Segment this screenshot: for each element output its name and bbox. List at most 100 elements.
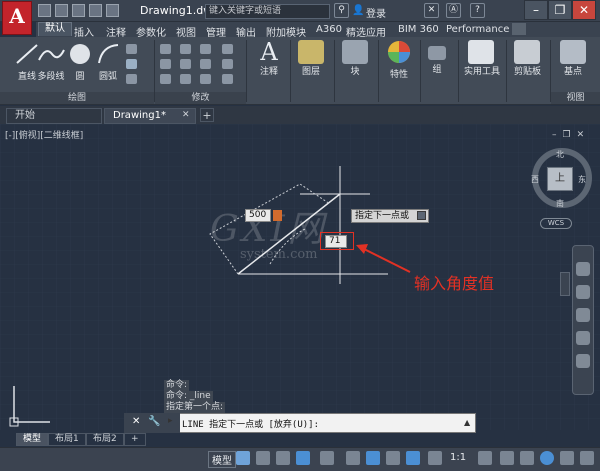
text-icon: A (260, 38, 278, 66)
undo-icon[interactable] (106, 4, 119, 17)
view-panel-title[interactable]: 视图 (551, 92, 600, 104)
grid-icon[interactable] (236, 451, 250, 465)
close-button[interactable]: ✕ (572, 0, 596, 20)
auto-scale-icon[interactable] (428, 451, 442, 465)
model-space-button[interactable]: 模型 (208, 451, 236, 468)
tab-bim360[interactable]: BIM 360 (398, 24, 439, 35)
drawing-canvas[interactable] (0, 124, 600, 430)
restore-button[interactable]: ❐ (548, 0, 572, 20)
rotate-icon[interactable] (180, 44, 191, 54)
compass-west[interactable]: 西 (531, 174, 539, 185)
clipboard-tool[interactable]: 剪贴板 (514, 40, 541, 77)
isodraft-icon[interactable] (320, 451, 334, 465)
polar-icon[interactable] (296, 451, 310, 465)
trim-icon[interactable] (200, 44, 211, 54)
wcs-menu[interactable]: WCS (540, 218, 572, 229)
search-input[interactable]: 键入关键字或短语 (205, 4, 330, 19)
modify-panel-title[interactable]: 修改 (155, 92, 246, 104)
new-layout-button[interactable]: + (124, 433, 146, 446)
orbit-icon[interactable] (576, 331, 590, 345)
copy-icon[interactable] (160, 59, 171, 69)
close-command-icon[interactable]: ✕ (132, 416, 140, 427)
customize-icon[interactable]: 🔧 (148, 416, 160, 427)
ortho-icon[interactable] (276, 451, 290, 465)
exchange-icon[interactable]: ✕ (424, 3, 439, 18)
layout-tab-model[interactable]: 模型 (16, 433, 49, 446)
polyline-tool[interactable]: 多段线 (36, 42, 66, 82)
layout-tab-1[interactable]: 布局1 (48, 433, 86, 446)
viewport-controls-label[interactable]: [-][俯视][二维线框] (5, 128, 83, 141)
login-button[interactable]: 登录 (366, 5, 386, 20)
erase-icon[interactable] (222, 44, 233, 54)
annotation-monitor-icon[interactable] (500, 451, 514, 465)
viewcube-top-face[interactable]: 上 (547, 167, 573, 191)
groups-tool[interactable]: 组 (428, 46, 446, 75)
tab-a360[interactable]: A360 (316, 24, 342, 35)
new-icon[interactable] (38, 4, 51, 17)
offset-icon[interactable] (222, 74, 233, 84)
layout-tab-2[interactable]: 布局2 (86, 433, 124, 446)
print-icon[interactable] (89, 4, 102, 17)
circle-tool[interactable]: 圆 (68, 42, 92, 82)
block-tool[interactable]: 块 (342, 40, 368, 77)
array-icon[interactable] (200, 74, 211, 84)
arc-tool[interactable]: 圆弧 (96, 42, 120, 82)
new-tab-button[interactable]: + (200, 108, 214, 122)
annotation-visibility-icon[interactable] (406, 451, 420, 465)
length-input[interactable]: 500 (245, 209, 271, 222)
layers-tool[interactable]: 图层 (298, 40, 324, 77)
move-icon[interactable] (160, 44, 171, 54)
history-dropdown-icon[interactable]: ▲ (464, 418, 470, 427)
annotation-scale[interactable]: 1:1 (450, 452, 466, 463)
scale-icon[interactable] (180, 74, 191, 84)
stretch-icon[interactable] (160, 74, 171, 84)
open-icon[interactable] (55, 4, 68, 17)
explode-icon[interactable] (222, 59, 233, 69)
command-input[interactable]: LINE 指定下一点或 [放弃(U)]: (182, 417, 319, 430)
snap-icon[interactable] (256, 451, 270, 465)
ribbon-toggle-icon[interactable] (512, 23, 526, 35)
fullscreen-icon[interactable] (560, 451, 574, 465)
steering-wheel-icon[interactable] (576, 262, 590, 276)
tab-performance[interactable]: Performance (446, 24, 509, 35)
prompt-options-icon[interactable] (417, 211, 426, 220)
save-icon[interactable] (72, 4, 85, 17)
compass-north[interactable]: 北 (556, 149, 564, 160)
hatch-icon[interactable] (126, 59, 137, 69)
fillet-icon[interactable] (200, 59, 211, 69)
properties-tool[interactable]: 特性 (386, 40, 412, 80)
annotate-tool[interactable]: A 注释 (256, 40, 282, 77)
osnap-tracking-icon[interactable] (346, 451, 360, 465)
draw-panel-title[interactable]: 绘图 (0, 92, 154, 104)
units-icon[interactable] (520, 451, 534, 465)
showmotion-icon[interactable] (576, 354, 590, 368)
help-icon[interactable]: ? (470, 3, 485, 18)
search-icon[interactable]: ⚲ (334, 3, 349, 18)
lock-icon[interactable] (273, 210, 282, 221)
pan-icon[interactable] (576, 285, 590, 299)
navbar-handle[interactable] (560, 272, 570, 296)
a360-icon[interactable]: Ⓐ (446, 3, 461, 18)
zoom-icon[interactable] (576, 308, 590, 322)
osnap-icon[interactable] (366, 451, 380, 465)
angle-input[interactable]: 71 (325, 235, 347, 248)
customization-icon[interactable] (580, 451, 594, 465)
viewport-window-controls[interactable]: – ❐ ✕ (552, 130, 586, 140)
mirror-icon[interactable] (180, 59, 191, 69)
workspace-icon[interactable] (478, 451, 492, 465)
minimize-button[interactable]: – (524, 0, 548, 20)
doc-tab-start[interactable]: 开始 (6, 108, 102, 124)
lineweight-icon[interactable] (386, 451, 400, 465)
base-tool[interactable]: 基点 (560, 40, 586, 77)
close-tab-icon[interactable]: ✕ (182, 110, 190, 120)
application-menu-button[interactable]: A (2, 1, 32, 35)
gradient-icon[interactable] (126, 74, 137, 84)
isolate-objects-icon[interactable] (540, 451, 554, 465)
tab-home[interactable]: 默认 (38, 22, 72, 36)
divider (378, 40, 379, 102)
compass-south[interactable]: 南 (556, 198, 564, 209)
utilities-tool[interactable]: 实用工具 (464, 40, 500, 77)
rectangle-icon[interactable] (126, 44, 137, 54)
compass-east[interactable]: 东 (578, 174, 586, 185)
calculator-icon (468, 40, 494, 64)
